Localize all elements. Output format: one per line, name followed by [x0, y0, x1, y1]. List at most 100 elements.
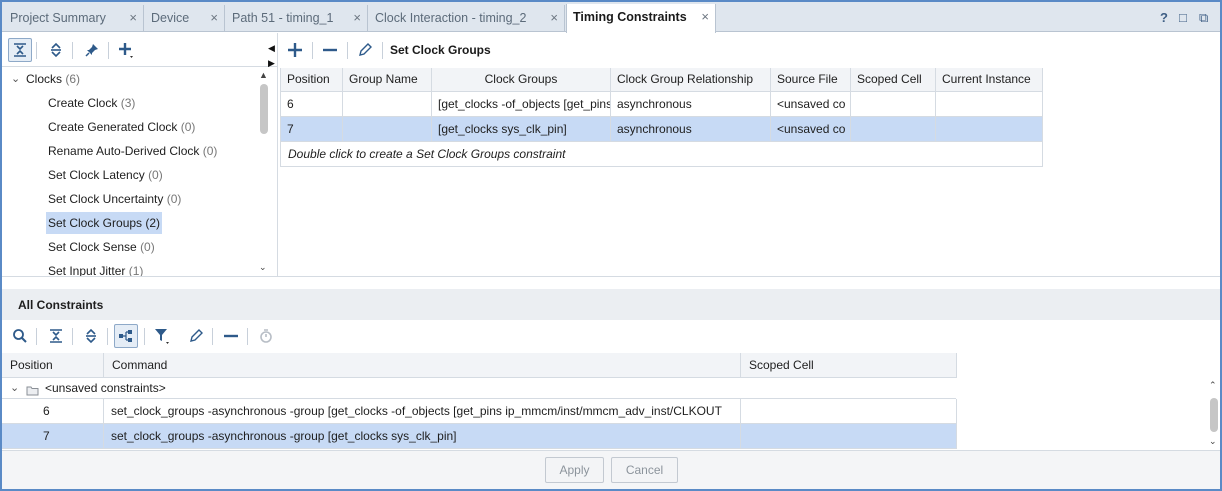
column-header-command[interactable]: Command [104, 353, 741, 378]
close-icon[interactable]: × [210, 5, 218, 31]
close-icon[interactable]: × [550, 5, 558, 31]
tree-item-rename-auto-derived-clock[interactable]: Rename Auto-Derived Clock (0) [48, 140, 217, 162]
scroll-down-icon[interactable]: ⌄ [1209, 436, 1217, 447]
column-header-clock-groups[interactable]: Clock Groups [432, 68, 611, 92]
collapse-all-icon[interactable] [44, 324, 68, 348]
expand-all-icon[interactable] [79, 324, 103, 348]
tab-label: Project Summary [10, 11, 106, 25]
tab-label: Path 51 - timing_1 [232, 11, 334, 25]
close-icon[interactable]: × [701, 4, 709, 30]
hierarchy-icon[interactable] [114, 324, 138, 348]
cell-scoped-cell[interactable] [741, 424, 957, 449]
filter-icon[interactable] [150, 324, 174, 348]
cell-command[interactable]: set_clock_groups -asynchronous -group [g… [104, 399, 741, 424]
cell-command[interactable]: set_clock_groups -asynchronous -group [g… [104, 424, 741, 449]
column-header-group-name[interactable]: Group Name [343, 68, 432, 92]
constraint-tree: ⌄ Clocks (6) Create Clock (3) Create Gen… [2, 68, 258, 276]
cell-scoped-cell[interactable] [741, 399, 957, 424]
column-header-scoped-cell[interactable]: Scoped Cell [741, 353, 957, 378]
panel-title: All Constraints [18, 298, 104, 312]
close-icon[interactable]: × [353, 5, 361, 31]
pin-icon[interactable] [80, 38, 104, 62]
tab-label: Timing Constraints [573, 10, 687, 24]
cell-source-file[interactable]: <unsaved co [771, 117, 851, 142]
tab-clock-interaction[interactable]: Clock Interaction - timing_2 × [369, 5, 565, 32]
tree-item-set-clock-uncertainty[interactable]: Set Clock Uncertainty (0) [48, 188, 181, 210]
cell-relationship[interactable]: asynchronous [611, 117, 771, 142]
scroll-thumb[interactable] [1210, 398, 1218, 432]
cell-relationship[interactable]: asynchronous [611, 92, 771, 117]
constraint-toolbar: Set Clock Groups [279, 33, 1220, 67]
tab-project-summary[interactable]: Project Summary × [4, 5, 144, 32]
cell-source-file[interactable]: <unsaved co [771, 92, 851, 117]
add-constraint-icon[interactable] [114, 38, 138, 62]
tab-label: Device [151, 11, 190, 25]
help-icon[interactable]: ? [1160, 10, 1168, 25]
constraint-type-title: Set Clock Groups [390, 43, 491, 57]
tab-timing-constraints[interactable]: Timing Constraints × [566, 4, 716, 33]
cell-position[interactable]: 6 [280, 92, 343, 117]
minus-icon[interactable] [219, 324, 243, 348]
all-constraints-toolbar [2, 320, 1220, 353]
create-constraint-hint[interactable]: Double click to create a Set Clock Group… [280, 142, 1043, 167]
cell-current-instance[interactable] [936, 117, 1043, 142]
search-icon[interactable] [8, 324, 32, 348]
column-header-scoped-cell[interactable]: Scoped Cell [851, 68, 936, 92]
tree-toolbar [2, 33, 278, 67]
scroll-up-icon[interactable]: ▲ [259, 70, 268, 80]
tree-item-set-input-jitter[interactable]: Set Input Jitter (1) [48, 260, 143, 276]
collapse-all-icon[interactable] [8, 38, 32, 62]
all-constraints-header: All Constraints [2, 289, 1220, 320]
tree-node-clocks[interactable]: ⌄ Clocks (6) [2, 68, 258, 90]
chevron-down-icon[interactable]: ⌄ [10, 378, 19, 398]
tree-item-set-clock-latency[interactable]: Set Clock Latency (0) [48, 164, 163, 186]
dialog-footer: Apply Cancel [2, 450, 1220, 489]
group-label: <unsaved constraints> [45, 381, 166, 395]
cell-clock-groups[interactable]: [get_clocks sys_clk_pin] [432, 117, 611, 142]
minus-icon[interactable] [318, 38, 342, 62]
column-header-position[interactable]: Position [280, 68, 343, 92]
apply-button[interactable]: Apply [545, 457, 604, 483]
cell-scoped-cell[interactable] [851, 92, 936, 117]
pencil-icon[interactable] [184, 324, 208, 348]
tab-path-51[interactable]: Path 51 - timing_1 × [226, 5, 368, 32]
close-icon[interactable]: × [129, 5, 137, 31]
scroll-thumb[interactable] [260, 84, 268, 134]
cell-position[interactable]: 6 [2, 399, 104, 424]
cell-clock-groups[interactable]: [get_clocks -of_objects [get_pins [432, 92, 611, 117]
tab-bar: Project Summary × Device × Path 51 - tim… [2, 2, 1220, 33]
panel-divider[interactable] [277, 33, 278, 277]
column-header-source-file[interactable]: Source File [771, 68, 851, 92]
expand-all-icon[interactable] [44, 38, 68, 62]
plus-icon[interactable] [283, 38, 307, 62]
cell-position[interactable]: 7 [280, 117, 343, 142]
tab-label: Clock Interaction - timing_2 [375, 11, 527, 25]
tab-device[interactable]: Device × [145, 5, 225, 32]
cell-group-name[interactable] [343, 92, 432, 117]
tree-item-set-clock-groups[interactable]: Set Clock Groups (2) [46, 212, 163, 234]
tree-item-set-clock-sense[interactable]: Set Clock Sense (0) [48, 236, 155, 258]
column-header-relationship[interactable]: Clock Group Relationship [611, 68, 771, 92]
tree-item-create-generated-clock[interactable]: Create Generated Clock (0) [48, 116, 195, 138]
cancel-button[interactable]: Cancel [611, 457, 678, 483]
tree-node-label: Clocks (6) [26, 72, 81, 86]
cell-group-name[interactable] [343, 117, 432, 142]
column-header-position[interactable]: Position [2, 353, 104, 378]
collapse-left-arrow-icon[interactable]: ◀ [268, 43, 275, 54]
chevron-down-icon[interactable]: ⌄ [11, 68, 20, 90]
tree-item-create-clock[interactable]: Create Clock (3) [48, 92, 135, 114]
float-window-icon[interactable]: ⧉ [1199, 10, 1208, 26]
horizontal-splitter[interactable] [2, 276, 1220, 290]
scroll-up-icon[interactable]: ⌃ [1209, 380, 1217, 391]
cell-position[interactable]: 7 [2, 424, 104, 449]
tree-scrollbar[interactable]: ▲ ⌄ [258, 68, 270, 276]
scroll-down-icon[interactable]: ⌄ [259, 262, 267, 273]
constraints-scrollbar[interactable]: ⌃ ⌄ [1207, 378, 1220, 450]
pencil-icon[interactable] [353, 38, 377, 62]
cell-current-instance[interactable] [936, 92, 1043, 117]
cell-scoped-cell[interactable] [851, 117, 936, 142]
stopwatch-icon[interactable] [254, 324, 278, 348]
constraint-group-row[interactable]: ⌄ <unsaved constraints> [2, 378, 956, 399]
restore-icon[interactable]: □ [1179, 10, 1187, 25]
column-header-current-instance[interactable]: Current Instance [936, 68, 1043, 92]
